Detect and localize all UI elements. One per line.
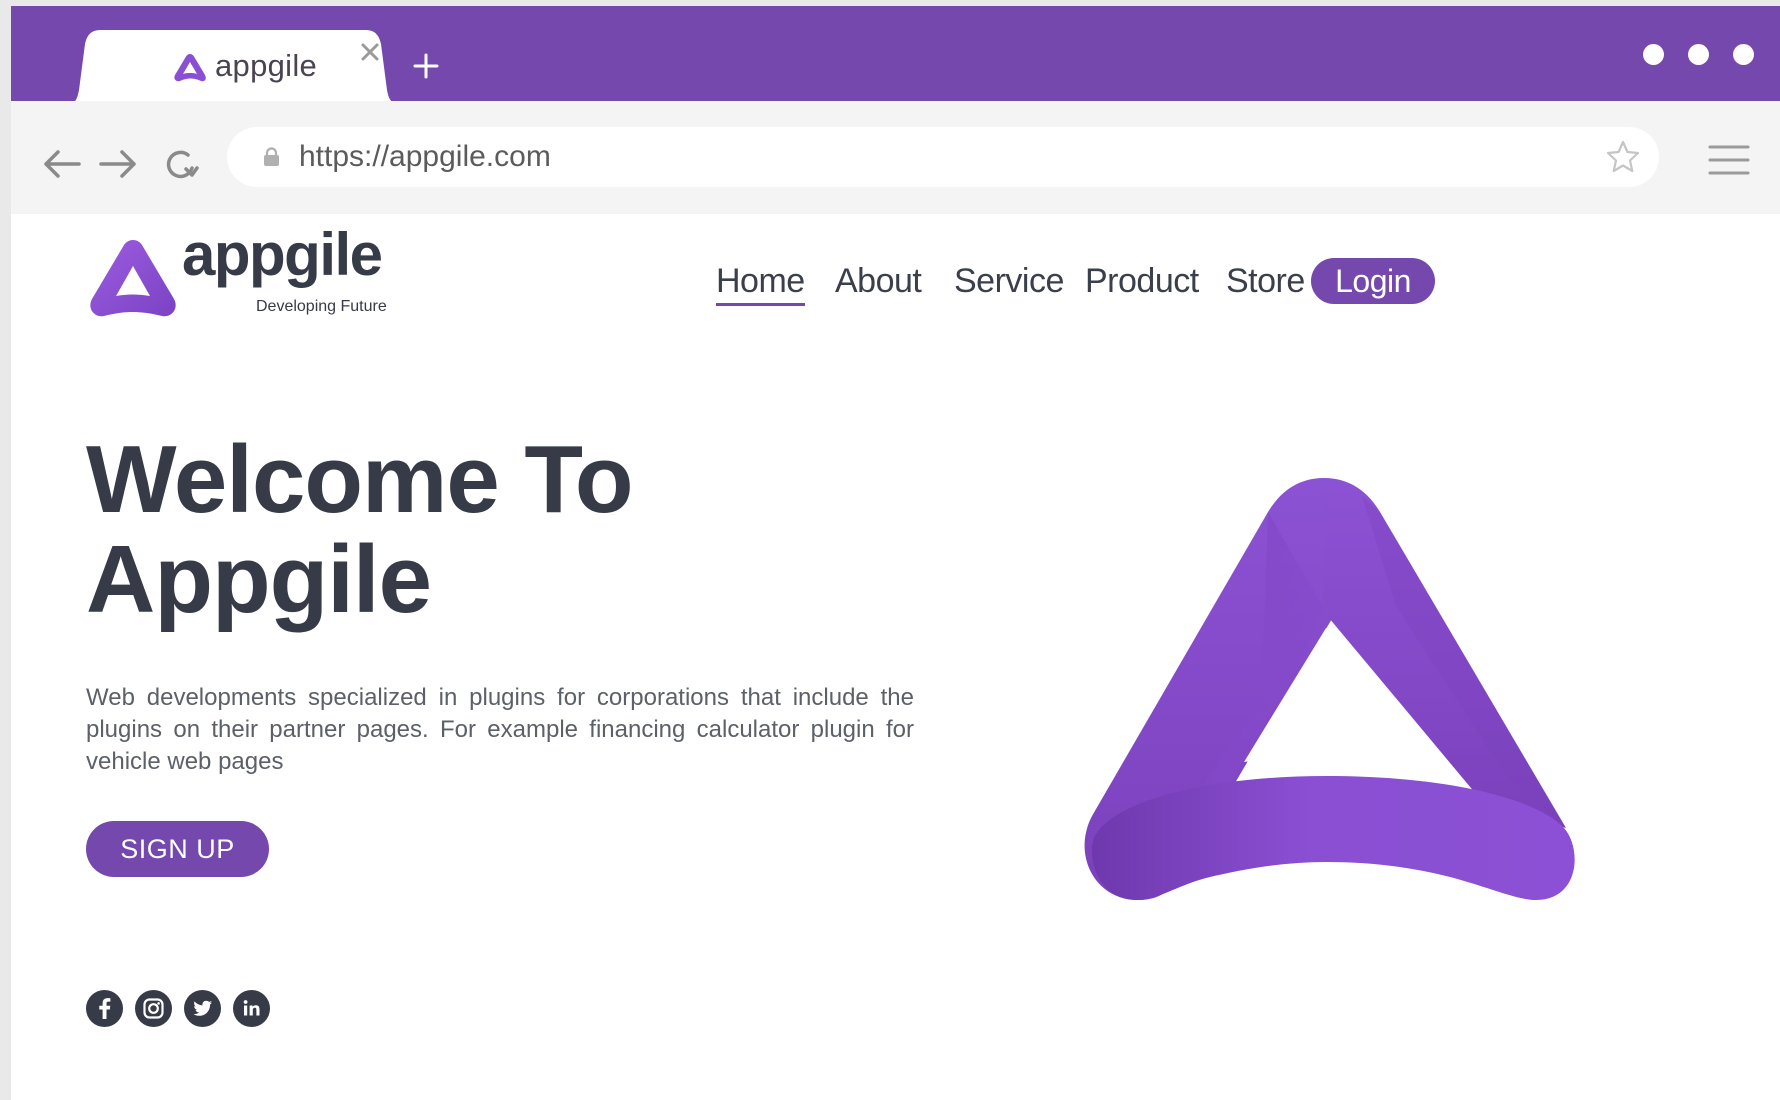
hero-description: Web developments specialized in plugins … — [86, 684, 914, 775]
login-button[interactable]: Login — [1311, 258, 1435, 304]
lock-icon — [264, 147, 279, 166]
main-nav: Home About Service Product Store Login — [11, 258, 1780, 318]
instagram-icon[interactable] — [135, 990, 172, 1027]
nav-home[interactable]: Home — [716, 262, 805, 306]
linkedin-icon[interactable] — [233, 990, 270, 1027]
browser-window: appgile https://appgile.com appgile Deve… — [11, 6, 1780, 1100]
nav-product[interactable]: Product — [1085, 262, 1199, 301]
forward-arrow-icon[interactable] — [97, 145, 139, 183]
nav-service[interactable]: Service — [954, 262, 1064, 301]
social-links — [86, 990, 270, 1027]
appgile-favicon-icon — [174, 54, 206, 82]
hero-title: Welcome To Appgile — [86, 426, 634, 633]
close-tab-icon[interactable] — [356, 38, 384, 66]
facebook-icon[interactable] — [86, 990, 123, 1027]
new-tab-icon[interactable] — [406, 46, 446, 86]
hero-title-line2: Appgile — [86, 526, 432, 633]
sign-up-button[interactable]: SIGN UP — [86, 821, 269, 877]
nav-about[interactable]: About — [835, 262, 922, 301]
window-dot-icon[interactable] — [1688, 44, 1709, 65]
window-dot-icon[interactable] — [1643, 44, 1664, 65]
nav-store[interactable]: Store — [1226, 262, 1305, 301]
hamburger-menu-icon[interactable] — [1708, 141, 1750, 179]
bookmark-star-icon[interactable] — [1605, 139, 1641, 175]
browser-toolbar: https://appgile.com — [11, 101, 1780, 214]
hero-appgile-logo-icon — [1084, 478, 1575, 900]
tab-title: appgile — [215, 48, 318, 83]
reload-icon[interactable] — [161, 145, 203, 183]
hero-title-line1: Welcome To — [86, 426, 634, 533]
window-controls — [1643, 44, 1754, 65]
url-text: https://appgile.com — [299, 140, 551, 173]
twitter-icon[interactable] — [184, 990, 221, 1027]
browser-tab[interactable]: appgile — [65, 30, 405, 105]
tab-strip: appgile — [11, 6, 1780, 105]
address-bar[interactable]: https://appgile.com — [227, 127, 1659, 187]
back-arrow-icon[interactable] — [41, 145, 83, 183]
window-dot-icon[interactable] — [1733, 44, 1754, 65]
